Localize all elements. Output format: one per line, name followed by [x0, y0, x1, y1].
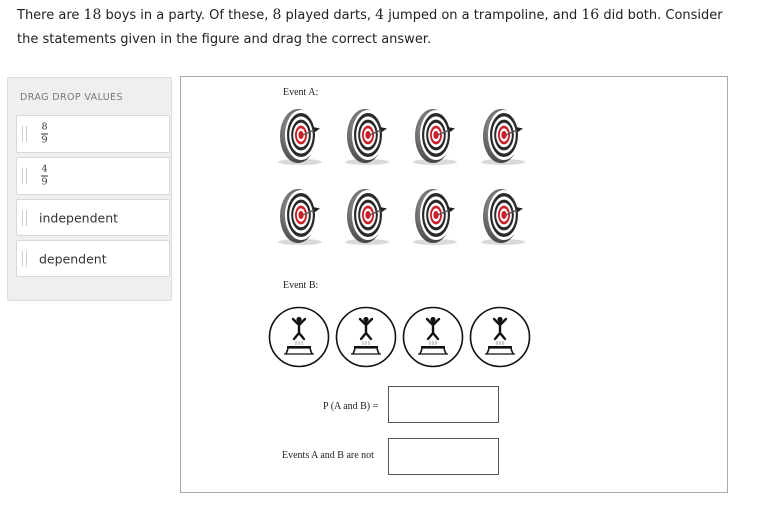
event-b-label: Event B:: [283, 280, 319, 291]
dartboard-icon: [409, 185, 469, 247]
numerator: 8: [41, 121, 48, 133]
dartboard-icon: [409, 105, 469, 167]
dartboard-icon: [274, 185, 334, 247]
drag-handle-icon: [22, 209, 27, 226]
dartboard-icon: [274, 105, 334, 167]
number-boys: 18: [83, 7, 102, 23]
drag-chip-dependent[interactable]: dependent: [16, 240, 170, 277]
fraction: 4 9: [41, 163, 48, 188]
number-both: 16: [581, 7, 600, 23]
event-a-label: Event A:: [283, 87, 319, 98]
dartboard-icon: [477, 185, 537, 247]
numerator: 4: [41, 163, 48, 175]
dartboard-icon: [341, 185, 401, 247]
trampoline-icon: [469, 306, 531, 368]
chip-label: dependent: [39, 251, 107, 266]
dartboard-icon: [477, 105, 537, 167]
problem-figure: Event A: Event B: P (A and B) = Events A…: [180, 76, 728, 493]
drop-zone-relationship[interactable]: [388, 438, 499, 475]
drag-chip-8-9[interactable]: 8 9: [16, 115, 170, 153]
fraction: 8 9: [41, 121, 48, 146]
events-not-label: Events A and B are not: [282, 450, 374, 461]
number-trampoline: 4: [375, 7, 385, 23]
drag-handle-icon: [22, 126, 27, 142]
dartboard-icon: [341, 105, 401, 167]
p-a-and-b-label: P (A and B) =: [323, 401, 379, 412]
palette-title: DRAG DROP VALUES: [20, 92, 123, 103]
chip-label: independent: [39, 210, 119, 225]
trampoline-icon: [402, 306, 464, 368]
question-text: There are 18 boys in a party. Of these, …: [17, 7, 723, 47]
drag-drop-palette: DRAG DROP VALUES 8 9 4 9 independent dep…: [7, 77, 172, 301]
denominator: 9: [41, 176, 48, 188]
drop-zone-probability[interactable]: [388, 386, 499, 423]
drag-chip-independent[interactable]: independent: [16, 199, 170, 236]
drag-handle-icon: [22, 168, 27, 184]
denominator: 9: [41, 134, 48, 146]
trampoline-icon: [335, 306, 397, 368]
drag-chip-4-9[interactable]: 4 9: [16, 157, 170, 195]
drag-handle-icon: [22, 250, 27, 267]
trampoline-icon: [268, 306, 330, 368]
